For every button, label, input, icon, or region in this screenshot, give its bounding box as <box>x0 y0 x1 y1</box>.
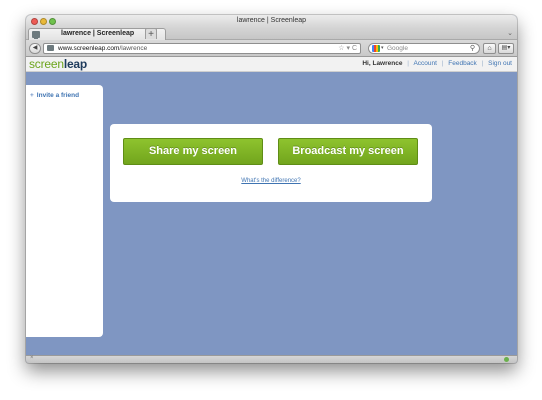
back-button[interactable]: ◀ <box>29 43 41 54</box>
google-icon[interactable] <box>372 45 380 52</box>
logo-part-screen: screen <box>29 57 64 71</box>
tab-bar: lawrence | Screenleap + ⌄ <box>26 28 517 40</box>
user-nav: Hi, Lawrence | Account | Feedback | Sign… <box>362 60 512 67</box>
feedback-link[interactable]: Feedback <box>448 60 477 67</box>
search-placeholder: Google <box>387 45 408 52</box>
divider: | <box>407 60 409 67</box>
sign-out-link[interactable]: Sign out <box>488 60 512 67</box>
status-bar: × <box>26 355 517 363</box>
divider: | <box>481 60 484 67</box>
search-input[interactable]: ▾ Google ⚲ <box>368 43 480 54</box>
invite-friend-link[interactable]: + Invite a friend <box>30 92 79 99</box>
new-tab-button[interactable]: + <box>145 28 157 40</box>
monitor-icon <box>32 31 40 39</box>
user-greeting: Hi, Lawrence <box>362 60 403 67</box>
invite-friend-label: Invite a friend <box>36 92 80 99</box>
url-path: /lawrence <box>119 45 148 52</box>
bookmarks-menu-button[interactable]: ▤▾ <box>498 43 514 54</box>
browser-window: lawrence | Screenleap lawrence | Screenl… <box>26 15 517 363</box>
logo-part-leap: leap <box>63 57 88 71</box>
tab-title: lawrence | Screenleap <box>61 30 135 37</box>
monitor-icon <box>47 45 54 51</box>
bookmark-reload-icons[interactable]: ☆ ▾ C <box>338 44 357 52</box>
close-icon[interactable]: × <box>30 355 34 361</box>
addon-status-icon[interactable] <box>504 357 509 362</box>
chevron-down-icon[interactable]: ▾ <box>381 45 384 51</box>
site-header: screenleap Hi, Lawrence | Account | Feed… <box>26 57 517 72</box>
whats-the-difference-link[interactable]: What's the difference? <box>110 178 432 184</box>
share-options-card: Share my screen Broadcast my screen What… <box>110 124 432 202</box>
account-link[interactable]: Account <box>413 60 437 67</box>
broadcast-my-screen-button[interactable]: Broadcast my screen <box>278 138 418 165</box>
home-button[interactable]: ⌂ <box>483 43 496 54</box>
url-host: www.screenleap.com <box>58 45 120 52</box>
title-bar: lawrence | Screenleap <box>26 15 517 28</box>
search-icon[interactable]: ⚲ <box>470 44 475 52</box>
navigation-bar: ◀ www.screenleap.com/lawrence ☆ ▾ C ▾ Go… <box>26 40 517 57</box>
main-content: + Invite a friend Share my screen Broadca… <box>26 73 517 355</box>
divider: | <box>441 60 444 67</box>
url-text: www.screenleap.com/lawrence <box>58 45 147 52</box>
share-my-screen-button[interactable]: Share my screen <box>123 138 263 165</box>
window-title: lawrence | Screenleap <box>236 17 307 24</box>
address-bar[interactable]: www.screenleap.com/lawrence ☆ ▾ C <box>43 43 361 54</box>
plus-icon: + <box>30 92 34 99</box>
screenleap-logo[interactable]: screenleap <box>29 57 87 72</box>
tab-list-icon[interactable]: ⌄ <box>507 29 513 37</box>
sidebar-panel: + Invite a friend <box>26 85 103 337</box>
